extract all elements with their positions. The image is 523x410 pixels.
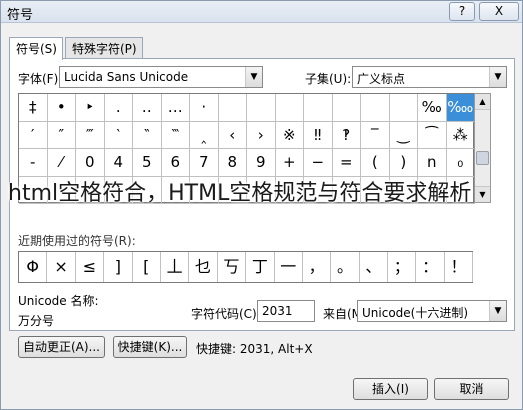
symbol-cell[interactable]: ″ — [47, 121, 76, 149]
autocorrect-button[interactable]: 自动更正(A)... — [18, 336, 105, 358]
chevron-down-icon[interactable]: ▼ — [245, 67, 262, 87]
recent-symbol-cell[interactable]: ] — [104, 252, 133, 282]
recent-symbol-cell[interactable]: [ — [133, 252, 161, 282]
symbol-cell[interactable]: 9 — [247, 149, 276, 177]
symbol-cell[interactable]: ‹ — [218, 121, 247, 149]
unicode-name-label: Unicode 名称: — [18, 294, 99, 308]
char-code-input[interactable]: 2031 — [257, 300, 315, 322]
subset-label: 子集(U): — [305, 72, 352, 86]
recent-symbol-cell[interactable]: 乜 — [189, 252, 218, 282]
symbol-cell[interactable]: ‧ — [190, 94, 219, 122]
symbol-cell[interactable]: • — [47, 94, 76, 122]
recent-symbol-cell[interactable]: 、 — [360, 252, 389, 282]
subset-select[interactable]: 广义标点 ▼ — [352, 66, 507, 88]
font-label: 字体(F): — [18, 72, 63, 86]
recent-symbol-cell[interactable]: 一 — [275, 252, 303, 282]
symbol-cell[interactable]: ‼ — [304, 121, 333, 149]
recent-symbol-cell[interactable]: ， — [303, 252, 332, 282]
symbol-cell[interactable]: ․ — [104, 94, 133, 122]
scroll-thumb[interactable] — [476, 151, 489, 165]
symbol-cell[interactable]: 4 — [104, 149, 133, 177]
shortcut-key-button[interactable]: 快捷键(K)... — [113, 336, 187, 358]
symbol-cell[interactable]: = — [332, 149, 361, 177]
chevron-down-icon[interactable]: ▼ — [489, 67, 506, 87]
symbol-cell[interactable]: ‣ — [76, 94, 105, 122]
symbol-cell[interactable]: ‴ — [76, 121, 105, 149]
close-button[interactable]: X — [479, 2, 519, 21]
recent-symbol-cell[interactable]: ： — [416, 252, 445, 282]
symbol-cell[interactable]: ‸ — [190, 121, 219, 149]
title-bar: 符号 ? X — [1, 1, 522, 23]
chevron-down-icon[interactable]: ▼ — [489, 301, 506, 321]
recent-symbol-cell[interactable]: Φ — [19, 252, 48, 282]
cancel-button[interactable]: 取消 — [434, 378, 509, 400]
char-code-label: 字符代码(C): — [191, 307, 261, 321]
font-select[interactable]: Lucida Sans Unicode ▼ — [59, 66, 263, 88]
symbol-cell[interactable]: … — [161, 94, 190, 122]
symbol-cell[interactable] — [218, 94, 247, 122]
symbol-cell[interactable] — [361, 94, 390, 122]
symbol-cell[interactable]: 6 — [161, 149, 190, 177]
symbol-cell[interactable]: ‶ — [133, 121, 162, 149]
symbol-cell[interactable]: ⁀ — [418, 121, 447, 149]
tab-symbols[interactable]: 符号(S) — [9, 37, 63, 60]
recent-symbol-cell[interactable]: 。 — [331, 252, 360, 282]
symbol-cell[interactable]: ‥ — [133, 94, 162, 122]
from-select-value: Unicode(十六进制) — [362, 306, 469, 320]
recent-symbols-label: 近期使用过的符号(R): — [18, 234, 136, 248]
font-select-value: Lucida Sans Unicode — [64, 70, 189, 84]
symbol-cell[interactable] — [304, 94, 333, 122]
symbol-cell[interactable]: 7 — [190, 149, 219, 177]
symbol-cell[interactable]: ⁂ — [446, 121, 475, 149]
shortcut-key-text: 快捷键: 2031, Alt+X — [196, 342, 313, 356]
symbol-cell[interactable]: − — [304, 149, 333, 177]
tab-special-characters[interactable]: 特殊字符(P) — [65, 37, 143, 59]
recent-symbol-cell[interactable]: 丄 — [161, 252, 190, 282]
symbol-cell[interactable]: ‷ — [161, 121, 190, 149]
symbol-cell[interactable]: ‰ — [418, 94, 447, 122]
symbol-cell[interactable]: ‱ — [446, 94, 475, 122]
symbol-cell[interactable]: n — [418, 149, 447, 177]
symbol-cell[interactable]: ) — [389, 149, 418, 177]
symbol-cell[interactable] — [275, 94, 304, 122]
window-title: 符号 — [7, 8, 34, 23]
recent-symbol-cell[interactable]: ！ — [445, 252, 474, 282]
from-select[interactable]: Unicode(十六进制) ▼ — [357, 300, 507, 322]
symbol-cell[interactable]: 0 — [76, 149, 105, 177]
symbol-cell[interactable] — [247, 94, 276, 122]
symbol-cell[interactable]: - — [19, 149, 48, 177]
recent-symbol-cell[interactable]: ≤ — [76, 252, 105, 282]
symbol-cell[interactable] — [332, 94, 361, 122]
symbol-cell[interactable]: ‡ — [19, 94, 48, 122]
symbol-cell[interactable]: ‿ — [389, 121, 418, 149]
symbol-cell[interactable]: ′ — [19, 121, 48, 149]
subset-select-value: 广义标点 — [357, 72, 406, 86]
symbol-cell[interactable]: 8 — [218, 149, 247, 177]
recent-symbol-cell[interactable]: × — [47, 252, 76, 282]
unicode-name-value: 万分号 — [18, 314, 55, 328]
symbol-cell[interactable]: ‵ — [104, 121, 133, 149]
symbol-cell[interactable]: ( — [361, 149, 390, 177]
recent-symbol-cell[interactable]: 丂 — [218, 252, 247, 282]
insert-button[interactable]: 插入(I) — [353, 378, 428, 400]
recent-symbol-cell[interactable]: ； — [388, 252, 417, 282]
symbol-cell[interactable]: ⁄ — [47, 149, 76, 177]
symbol-cell[interactable]: ‽ — [332, 121, 361, 149]
scroll-up-icon[interactable]: ▲ — [475, 94, 490, 110]
help-button[interactable]: ? — [449, 2, 475, 21]
symbol-cell[interactable]: ‾ — [361, 121, 390, 149]
symbol-cell[interactable] — [389, 94, 418, 122]
recent-symbols: Φ × ≤][丄乜丂丁一，。、；：！ — [18, 251, 474, 283]
recent-symbol-cell[interactable]: 丁 — [246, 252, 275, 282]
symbol-cell[interactable]: ※ — [275, 121, 304, 149]
symbol-cell[interactable]: + — [275, 149, 304, 177]
symbol-dialog: 符号 ? X 符号(S) 特殊字符(P) 字体(F): Lucida Sans … — [0, 0, 523, 410]
symbol-cell[interactable]: › — [247, 121, 276, 149]
symbol-cell[interactable]: 5 — [133, 149, 162, 177]
symbol-cell[interactable]: ₀ — [446, 149, 475, 177]
